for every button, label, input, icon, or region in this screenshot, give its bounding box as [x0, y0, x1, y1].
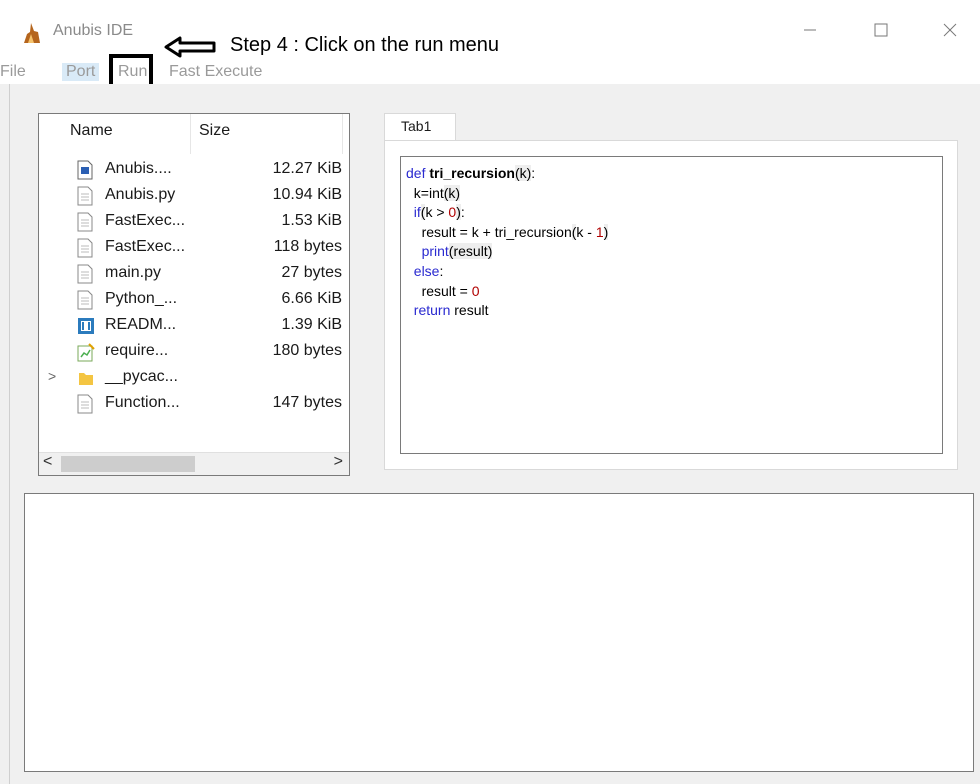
- folder-name: __pycac...: [105, 368, 178, 385]
- document-icon: [77, 238, 93, 258]
- file-name: Anubis.py: [105, 186, 176, 203]
- maximize-icon: [874, 23, 888, 37]
- image-file-icon: [77, 160, 93, 180]
- file-row[interactable]: READM... 1.39 KiB: [39, 314, 349, 338]
- scroll-right-icon[interactable]: >: [334, 453, 343, 471]
- file-row[interactable]: FastExec... 1.53 KiB: [39, 210, 349, 234]
- close-button[interactable]: [930, 12, 970, 48]
- file-name: Function...: [105, 394, 180, 411]
- file-size: 1.53 KiB: [281, 212, 342, 229]
- chevron-right-icon[interactable]: >: [48, 368, 56, 384]
- column-header-name[interactable]: Name: [70, 122, 113, 140]
- file-row[interactable]: Anubis.py 10.94 KiB: [39, 184, 349, 208]
- document-icon: [77, 186, 93, 206]
- file-size: 27 bytes: [281, 264, 342, 281]
- window-edge: [9, 84, 10, 784]
- minimize-button[interactable]: [790, 12, 830, 48]
- file-row[interactable]: Anubis.... 12.27 KiB: [39, 158, 349, 182]
- file-row[interactable]: FastExec... 118 bytes: [39, 236, 349, 260]
- code-editor[interactable]: def tri_recursion(k): k=int(k) if(k > 0)…: [400, 156, 943, 454]
- tab-label: Tab1: [401, 118, 432, 134]
- document-icon: [77, 394, 93, 414]
- file-size: 147 bytes: [272, 394, 342, 411]
- column-header-size[interactable]: Size: [199, 122, 230, 140]
- horizontal-scrollbar[interactable]: < >: [39, 452, 349, 475]
- document-icon: [77, 212, 93, 232]
- file-row[interactable]: main.py 27 bytes: [39, 262, 349, 286]
- file-name: READM...: [105, 316, 177, 333]
- minimize-icon: [804, 29, 816, 31]
- menu-fast-execute[interactable]: Fast Execute: [169, 63, 262, 81]
- file-size: 10.94 KiB: [272, 186, 342, 203]
- file-row[interactable]: Python_... 6.66 KiB: [39, 288, 349, 312]
- markdown-file-icon: [78, 318, 94, 334]
- app-logo-icon: [22, 22, 42, 44]
- scroll-left-icon[interactable]: <: [43, 453, 52, 471]
- scrollbar-thumb[interactable]: [61, 456, 195, 472]
- folder-icon: [79, 373, 93, 385]
- file-row[interactable]: Function... 147 bytes: [39, 392, 349, 416]
- file-name: main.py: [105, 264, 162, 281]
- file-tree[interactable]: Name Size Anubis.... 12.27 KiB Anubis.py…: [38, 113, 350, 476]
- annotation-text: Step 4 : Click on the run menu: [230, 34, 500, 56]
- left-arrow-icon: [164, 36, 216, 58]
- file-size: 6.66 KiB: [281, 290, 342, 307]
- file-name: require...: [105, 342, 169, 359]
- document-icon: [77, 290, 93, 310]
- menu-file[interactable]: File: [0, 63, 26, 81]
- output-panel[interactable]: [24, 493, 974, 772]
- file-size: 118 bytes: [273, 238, 342, 255]
- close-icon: [943, 23, 957, 37]
- folder-row[interactable]: > __pycac...: [39, 366, 349, 390]
- file-name: FastExec...: [105, 212, 186, 229]
- maximize-button[interactable]: [861, 12, 901, 48]
- column-divider[interactable]: [190, 114, 191, 154]
- file-size: 12.27 KiB: [272, 160, 342, 177]
- file-size: 180 bytes: [272, 342, 342, 359]
- file-name: Anubis....: [105, 160, 172, 177]
- file-name: FastExec...: [105, 238, 186, 255]
- file-name: Python_...: [105, 290, 178, 307]
- window-title: Anubis IDE: [53, 22, 134, 39]
- menu-port[interactable]: Port: [62, 63, 100, 81]
- text-file-icon: [77, 343, 95, 362]
- document-icon: [77, 264, 93, 284]
- file-row[interactable]: require... 180 bytes: [39, 340, 349, 364]
- code-content: def tri_recursion(k): k=int(k) if(k > 0)…: [406, 165, 609, 319]
- file-size: 1.39 KiB: [281, 316, 342, 333]
- column-divider[interactable]: [342, 114, 343, 154]
- tab-tab1[interactable]: Tab1: [384, 113, 456, 141]
